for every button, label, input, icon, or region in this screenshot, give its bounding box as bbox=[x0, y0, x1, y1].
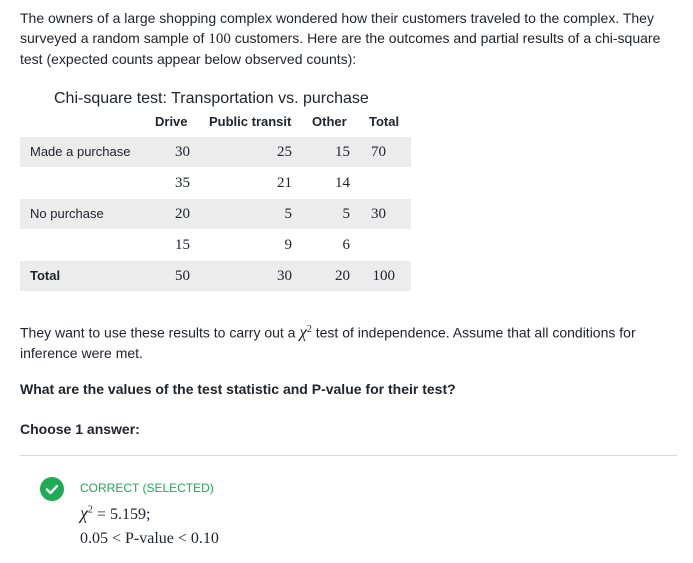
cell-total: 100 bbox=[372, 268, 396, 284]
col-header-other: Other bbox=[312, 114, 347, 129]
cell-other: 6 bbox=[342, 237, 351, 253]
table-row: 35 21 14 bbox=[20, 168, 411, 198]
cell-drive: 15 bbox=[175, 237, 190, 253]
cell-total: 30 bbox=[371, 206, 386, 222]
row-label: Total bbox=[30, 268, 61, 283]
answer-chi-symbol: χ bbox=[80, 503, 88, 523]
col-header-drive: Drive bbox=[155, 114, 188, 129]
para2-before: They want to use these results to carry … bbox=[20, 324, 296, 341]
question-text: What are the values of the test statisti… bbox=[20, 381, 456, 397]
cell-total bbox=[366, 230, 386, 260]
test-description: They want to use these results to carry … bbox=[20, 320, 670, 363]
cell-public-transit: 21 bbox=[277, 175, 292, 191]
cell-drive: 50 bbox=[175, 268, 190, 284]
intro-line-2b: customers. Here are the outcomes and par… bbox=[234, 30, 661, 46]
cell-other: 14 bbox=[335, 175, 350, 191]
chi-superscript: 2 bbox=[306, 324, 312, 335]
cell-drive: 30 bbox=[175, 144, 190, 160]
answer-stat-value: = 5.159; bbox=[96, 506, 151, 523]
col-header-public-transit: Public transit bbox=[209, 114, 292, 129]
divider bbox=[20, 455, 677, 456]
answer-chi-superscript: 2 bbox=[87, 504, 93, 516]
para2-after: test of independence. Assume that all co… bbox=[315, 324, 636, 341]
cell-other: 15 bbox=[335, 144, 350, 160]
answer-status: CORRECT (SELECTED) bbox=[80, 481, 214, 495]
table-row: 15 9 6 bbox=[20, 230, 411, 260]
cell-public-transit: 9 bbox=[284, 237, 293, 253]
problem-intro: The owners of a large shopping complex w… bbox=[20, 8, 670, 69]
col-header-total: Total bbox=[369, 114, 400, 129]
cell-drive: 35 bbox=[175, 175, 190, 191]
answer-statistic[interactable]: χ2 = 5.159; bbox=[80, 503, 150, 524]
cell-other: 20 bbox=[335, 268, 350, 284]
intro-line-3: test (expected counts appear below obser… bbox=[20, 51, 357, 67]
table-row: No purchase 20 5 5 30 bbox=[20, 199, 411, 229]
row-label: No purchase bbox=[30, 206, 104, 221]
cell-public-transit: 30 bbox=[277, 268, 292, 284]
intro-line-2a: surveyed a random sample of bbox=[20, 30, 205, 46]
cell-drive: 20 bbox=[175, 206, 190, 222]
para2-line2: inference were met. bbox=[20, 344, 143, 361]
row-label: Made a purchase bbox=[30, 144, 131, 159]
check-circle-icon bbox=[40, 477, 64, 501]
cell-public-transit: 5 bbox=[284, 206, 293, 222]
answer-pvalue[interactable]: 0.05 < P-value < 0.10 bbox=[80, 530, 219, 548]
table-title: Chi-square test: Transportation vs. purc… bbox=[54, 90, 369, 107]
cell-public-transit: 25 bbox=[277, 144, 292, 160]
sample-size: 100 bbox=[208, 31, 231, 47]
table-row: Total 50 30 20 100 bbox=[20, 261, 411, 291]
choose-label: Choose 1 answer: bbox=[20, 421, 140, 437]
cell-total: 70 bbox=[371, 144, 386, 160]
chi-symbol: χ bbox=[299, 322, 307, 342]
cell-other: 5 bbox=[342, 206, 351, 222]
table-row: Made a purchase 30 25 15 70 bbox=[20, 137, 411, 167]
intro-line-1: The owners of a large shopping complex w… bbox=[20, 10, 654, 26]
cell-total bbox=[366, 168, 386, 198]
